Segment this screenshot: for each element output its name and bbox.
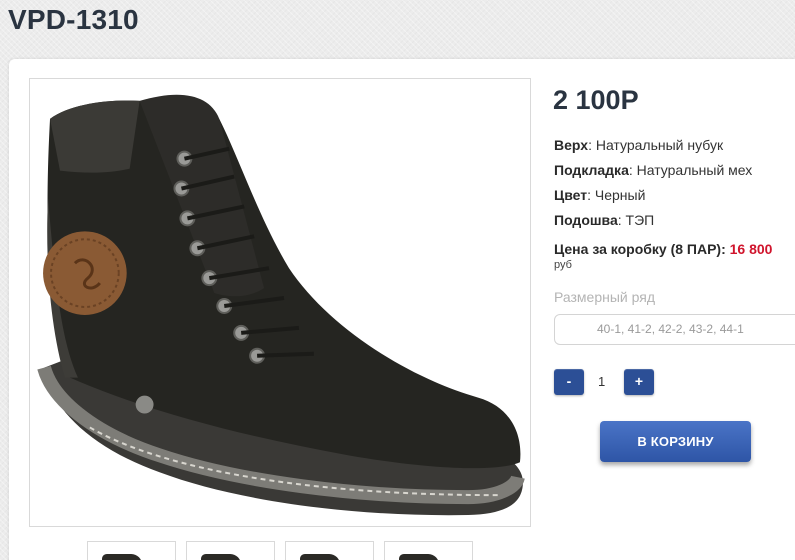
size-range-label: Размерный ряд <box>554 289 656 305</box>
boot-thumbnail-icon <box>201 554 241 560</box>
boot-thumbnail-icon <box>399 554 439 560</box>
quantity-decrease-button[interactable]: - <box>554 369 584 395</box>
page-title: VPD-1310 <box>8 4 139 35</box>
box-price-label: Цена за коробку (8 ПАР): <box>554 241 730 257</box>
quantity-value[interactable]: 1 <box>598 374 605 389</box>
boot-thumbnail-icon <box>102 554 142 560</box>
size-range-select[interactable]: 40-1, 41-2, 42-2, 43-2, 44-1 <box>554 314 795 345</box>
spec-lining: Подкладка: Натуральный мех <box>554 162 752 178</box>
spec-value: : Натуральный нубук <box>588 137 724 153</box>
spec-color: Цвет: Черный <box>554 187 645 203</box>
thumbnail-2[interactable] <box>186 541 275 560</box>
spec-value: : Натуральный мех <box>628 162 753 178</box>
box-price-currency: руб <box>554 259 572 271</box>
add-to-cart-button[interactable]: В КОРЗИНУ <box>600 421 751 462</box>
box-price-value: 16 800 <box>729 241 773 257</box>
spec-label: Подошва <box>554 212 618 228</box>
thumbnail-3[interactable] <box>285 541 374 560</box>
spec-value: : Черный <box>587 187 646 203</box>
spec-sole: Подошва: ТЭП <box>554 212 654 228</box>
boot-thumbnail-icon <box>300 554 340 560</box>
product-main-image[interactable] <box>29 78 531 527</box>
boot-image <box>30 79 530 526</box>
quantity-increase-button[interactable]: + <box>624 369 654 395</box>
spec-upper: Верх: Натуральный нубук <box>554 137 723 153</box>
spec-label: Цвет <box>554 187 588 203</box>
thumbnail-4[interactable] <box>384 541 473 560</box>
product-price: 2 100Р <box>553 85 639 115</box>
spec-label: Подкладка <box>554 162 629 178</box>
box-price: Цена за коробку (8 ПАР): 16 800 <box>554 241 772 257</box>
thumbnail-strip <box>87 541 473 560</box>
thumbnail-1[interactable] <box>87 541 176 560</box>
spec-label: Верх <box>554 137 589 153</box>
spec-value: : ТЭП <box>617 212 655 228</box>
